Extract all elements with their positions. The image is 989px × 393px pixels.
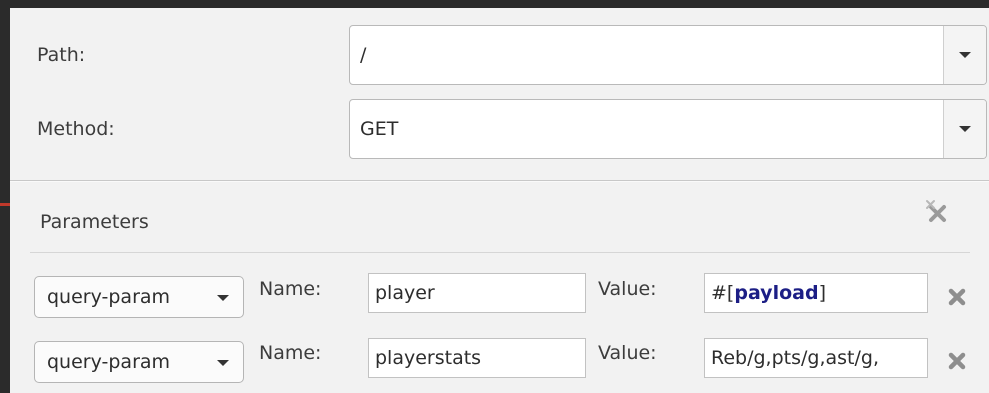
param-type-dropdown[interactable]: query-param [34, 341, 244, 383]
param-value-input[interactable]: #[payload] [704, 273, 928, 313]
chevron-down-icon [959, 52, 971, 58]
chevron-down-icon [217, 295, 229, 301]
param-value-text: Reb/g,pts/g,ast/g, [711, 347, 880, 369]
red-connector-marker [0, 203, 10, 206]
param-value-label: Value: [598, 278, 657, 300]
param-name-input[interactable]: player [368, 273, 586, 313]
method-label: Method: [37, 118, 115, 140]
parameters-title: Parameters [40, 211, 149, 233]
param-type-value[interactable]: query-param [47, 277, 170, 317]
expression-suffix: ] [818, 282, 826, 304]
parameters-divider [30, 252, 970, 253]
param-name-label: Name: [259, 342, 322, 364]
method-value[interactable]: GET [360, 100, 398, 158]
path-dropdown-button[interactable] [943, 26, 986, 84]
param-name-value: player [375, 282, 435, 304]
param-name-label: Name: [259, 278, 322, 300]
method-combo[interactable]: GET [349, 99, 987, 159]
chevron-down-icon [217, 360, 229, 366]
param-value-input[interactable]: Reb/g,pts/g,ast/g, [704, 338, 928, 378]
path-label: Path: [37, 44, 86, 66]
expression-keyword: payload [734, 282, 819, 304]
param-type-dropdown[interactable]: query-param [34, 276, 244, 318]
chevron-down-icon [959, 126, 971, 132]
clear-all-icon[interactable] [922, 196, 952, 226]
param-value-label: Value: [598, 342, 657, 364]
path-value[interactable]: / [360, 26, 366, 84]
http-request-settings-panel: Path: / Method: GET [10, 8, 989, 393]
expression-prefix: #[ [711, 282, 735, 304]
method-dropdown-button[interactable] [943, 100, 986, 158]
param-name-input[interactable]: playerstats [368, 338, 586, 378]
close-icon[interactable] [946, 350, 968, 372]
param-type-value[interactable]: query-param [47, 342, 170, 382]
close-icon[interactable] [946, 286, 968, 308]
param-name-value: playerstats [375, 347, 482, 369]
path-combo[interactable]: / [349, 25, 987, 85]
request-section: Path: / Method: GET [10, 8, 989, 180]
